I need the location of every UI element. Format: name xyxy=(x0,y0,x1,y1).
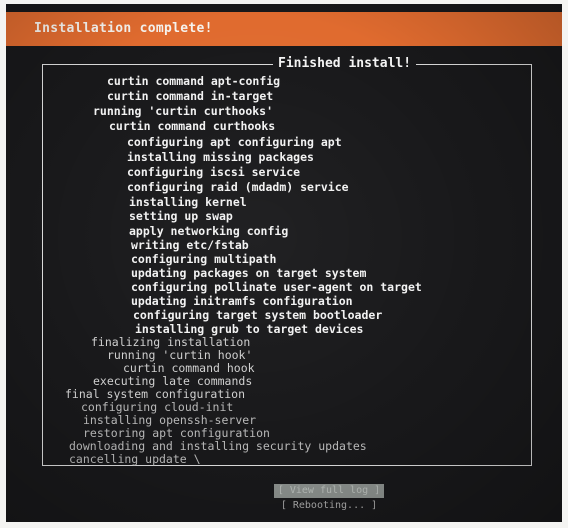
log-frame-title: Finished install! xyxy=(273,56,417,72)
terminal-screen: Installation complete! Finished install!… xyxy=(6,4,562,522)
log-line: configuring target system bootloader xyxy=(133,308,383,322)
action-buttons: [ View full log ] [ Rebooting... ] xyxy=(274,484,390,514)
log-line: configuring iscsi service xyxy=(127,165,301,179)
header-bar: Installation complete! xyxy=(6,12,562,46)
log-line: cancelling update \ xyxy=(69,452,201,466)
log-line: installing missing packages xyxy=(127,150,314,164)
log-line: updating packages on target system xyxy=(131,266,367,280)
log-line: curtin command curthooks xyxy=(109,119,276,133)
page-title: Installation complete! xyxy=(34,21,213,36)
log-line: updating initramfs configuration xyxy=(131,294,353,308)
log-line: configuring raid (mdadm) service xyxy=(127,180,349,194)
rebooting-button[interactable]: [ Rebooting... ] xyxy=(274,499,384,513)
log-line: curtin command in-target xyxy=(107,89,274,103)
view-full-log-button[interactable]: [ View full log ] xyxy=(274,484,384,498)
install-log-frame[interactable]: Finished install! curtin command apt-con… xyxy=(42,56,532,466)
log-line: configuring multipath xyxy=(131,252,277,266)
log-line: configuring apt configuring apt xyxy=(127,135,342,149)
log-line: apply networking config xyxy=(129,224,289,238)
log-line: running 'curtin curthooks' xyxy=(93,104,274,118)
log-line: writing etc/fstab xyxy=(131,238,249,252)
log-line: installing kernel xyxy=(129,195,247,209)
log-line: setting up swap xyxy=(129,209,233,223)
log-line: configuring pollinate user-agent on targ… xyxy=(131,280,422,294)
log-line: curtin command apt-config xyxy=(107,74,281,88)
